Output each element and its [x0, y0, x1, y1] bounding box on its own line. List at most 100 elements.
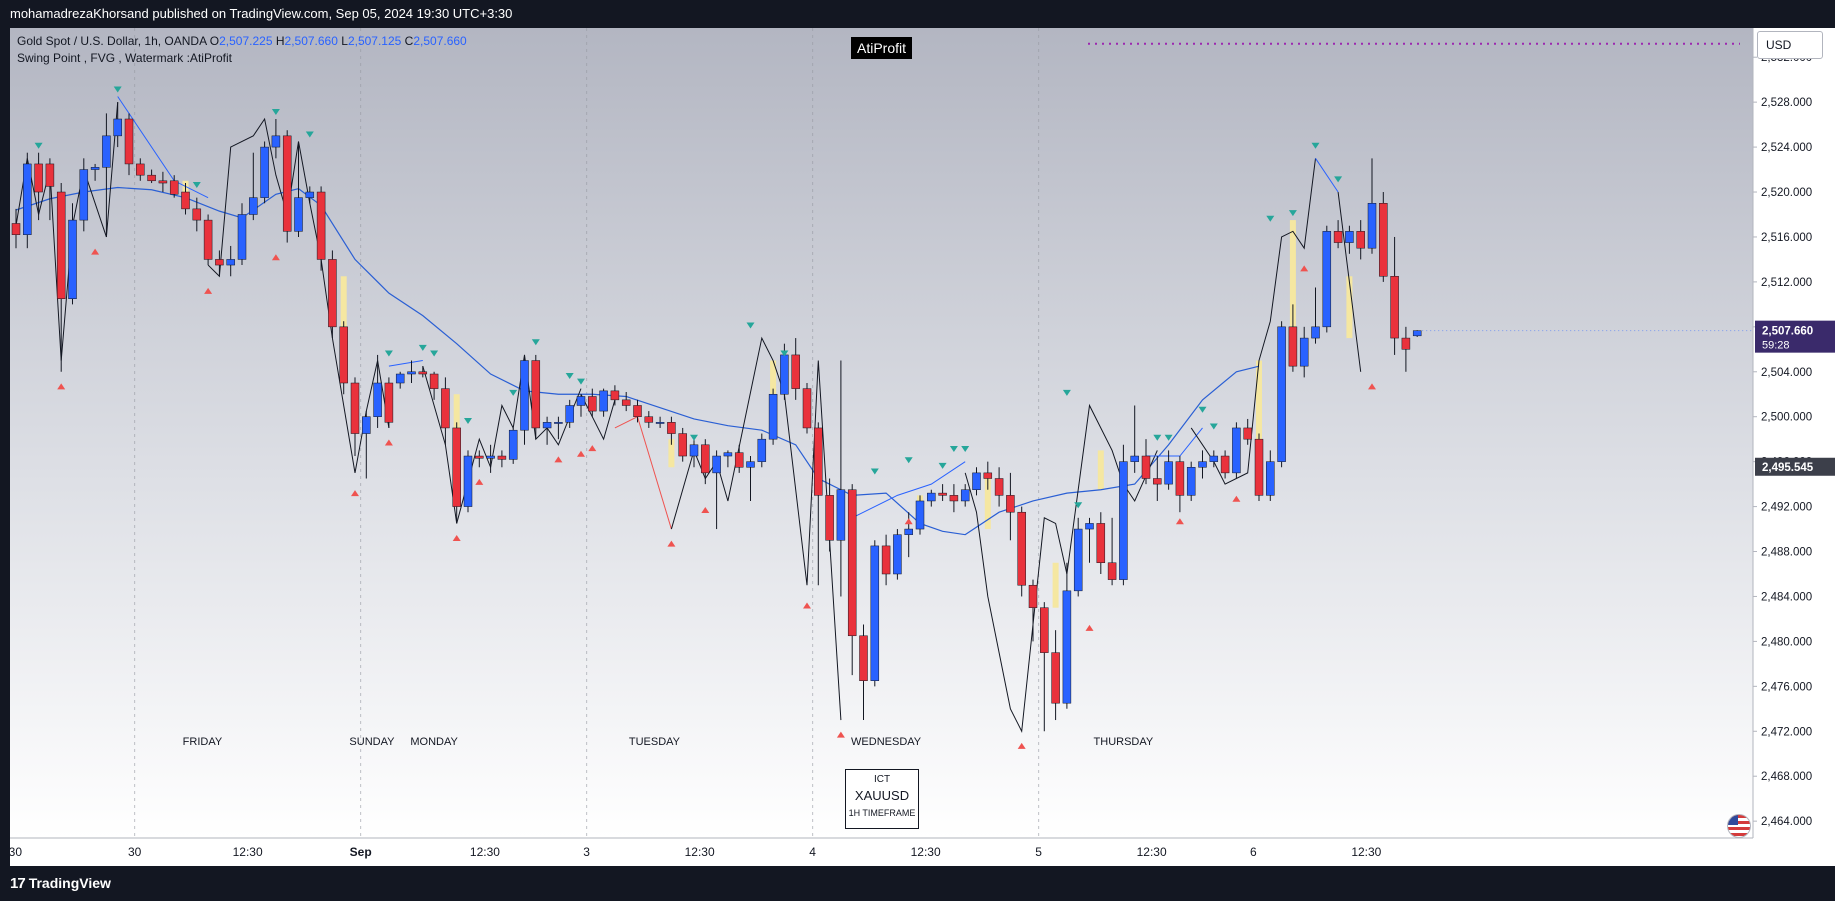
candle-body[interactable]	[113, 118, 122, 137]
candle-body[interactable]	[395, 373, 405, 384]
candle-body[interactable]	[994, 478, 1004, 496]
candle-body[interactable]	[1299, 337, 1309, 367]
candle-body[interactable]	[339, 326, 348, 384]
candle-body[interactable]	[870, 545, 880, 681]
candle-body[interactable]	[79, 169, 89, 221]
candle-body[interactable]	[542, 422, 552, 429]
candle-body[interactable]	[1006, 495, 1015, 513]
candle-body[interactable]	[1220, 455, 1230, 474]
candle-body[interactable]	[644, 416, 654, 423]
candle-body[interactable]	[271, 135, 281, 148]
indicator-legend[interactable]: Swing Point , FVG , Watermark :AtiProfit	[17, 51, 232, 65]
candle-body[interactable]	[452, 427, 461, 507]
candle-body[interactable]	[124, 118, 134, 165]
candle-body[interactable]	[520, 360, 529, 431]
candle-body[interactable]	[373, 382, 382, 417]
candle-body[interactable]	[768, 393, 778, 440]
candle-body[interactable]	[169, 180, 179, 195]
candle-body[interactable]	[836, 489, 846, 541]
candle-body[interactable]	[102, 135, 111, 168]
candle-body[interactable]	[610, 390, 620, 401]
candle-body[interactable]	[1096, 523, 1106, 564]
candle-body[interactable]	[328, 259, 337, 328]
candle-body[interactable]	[1311, 326, 1320, 339]
candle-body[interactable]	[1153, 478, 1162, 485]
candle-body[interactable]	[249, 197, 258, 215]
candle-body[interactable]	[904, 528, 913, 535]
candle-body[interactable]	[350, 382, 360, 434]
candle-body[interactable]	[655, 422, 665, 424]
candle-body[interactable]	[1356, 231, 1365, 249]
candle-body[interactable]	[237, 214, 247, 260]
candle-body[interactable]	[1209, 455, 1219, 462]
candle-body[interactable]	[1175, 461, 1185, 496]
candle-body[interactable]	[554, 422, 563, 424]
candle-body[interactable]	[791, 354, 800, 389]
candle-body[interactable]	[1322, 231, 1332, 328]
candle-body[interactable]	[316, 191, 326, 260]
candle-body[interactable]	[68, 219, 77, 299]
candle-body[interactable]	[45, 163, 55, 187]
candle-body[interactable]	[689, 444, 699, 457]
candle-body[interactable]	[1266, 461, 1275, 496]
candle-body[interactable]	[1051, 652, 1060, 704]
candle-body[interactable]	[1198, 461, 1207, 468]
candle-body[interactable]	[441, 388, 450, 429]
candle-body[interactable]	[407, 371, 416, 375]
candle-body[interactable]	[429, 373, 439, 389]
candle-body[interactable]	[667, 422, 676, 434]
symbol-legend[interactable]: Gold Spot / U.S. Dollar, 1h, OANDA O2,50…	[17, 34, 467, 48]
candle-body[interactable]	[1401, 337, 1411, 350]
candle-body[interactable]	[11, 223, 21, 235]
candle-body[interactable]	[576, 396, 586, 406]
candle-body[interactable]	[418, 371, 428, 375]
candle-body[interactable]	[757, 438, 767, 462]
candle-body[interactable]	[463, 455, 473, 507]
price-chart[interactable]: FRIDAY SUNDAY MONDAY TUESDAY WEDNESDAY THURSD…	[0, 0, 1835, 901]
candle-body[interactable]	[1367, 203, 1377, 249]
candle-body[interactable]	[1379, 203, 1388, 277]
candle-body[interactable]	[192, 208, 202, 221]
candle-body[interactable]	[972, 472, 981, 490]
candle-body[interactable]	[1164, 461, 1173, 485]
candle-body[interactable]	[712, 455, 721, 474]
candle-body[interactable]	[23, 163, 32, 235]
candle-body[interactable]	[881, 545, 891, 575]
candle-body[interactable]	[1119, 461, 1128, 580]
candle-body[interactable]	[1232, 427, 1241, 474]
candle-body[interactable]	[1062, 590, 1072, 704]
candle-body[interactable]	[780, 354, 789, 395]
candle-body[interactable]	[497, 455, 507, 460]
candle-body[interactable]	[1333, 231, 1343, 243]
tradingview-logo[interactable]: 17 TradingView	[10, 866, 111, 901]
candle-body[interactable]	[260, 146, 269, 198]
candle-body[interactable]	[1277, 326, 1286, 462]
candle-body[interactable]	[949, 495, 959, 502]
candle-body[interactable]	[588, 396, 597, 412]
candle-body[interactable]	[915, 500, 925, 530]
candle-body[interactable]	[847, 489, 857, 637]
candle-body[interactable]	[1243, 427, 1252, 440]
currency-button[interactable]: USD	[1757, 31, 1823, 59]
candle-body[interactable]	[1040, 607, 1049, 653]
candle-body[interactable]	[1254, 438, 1264, 496]
candle-body[interactable]	[1017, 511, 1026, 586]
time-axis-background[interactable]	[10, 838, 1753, 866]
candle-body[interactable]	[825, 495, 834, 541]
candle-body[interactable]	[305, 191, 315, 198]
candle-body[interactable]	[1107, 562, 1117, 580]
candle-body[interactable]	[1073, 528, 1083, 592]
candle-body[interactable]	[814, 427, 823, 496]
candle-body[interactable]	[34, 163, 43, 193]
candle-body[interactable]	[181, 191, 190, 210]
candle-body[interactable]	[56, 191, 66, 299]
candle-body[interactable]	[486, 455, 495, 459]
candle-body[interactable]	[158, 180, 168, 184]
candle-body[interactable]	[203, 219, 213, 260]
candle-body[interactable]	[938, 492, 947, 496]
candle-body[interactable]	[678, 433, 687, 457]
candle-body[interactable]	[1288, 326, 1298, 367]
candle-body[interactable]	[565, 405, 574, 423]
candle-body[interactable]	[960, 489, 970, 502]
candle-body[interactable]	[136, 163, 145, 176]
